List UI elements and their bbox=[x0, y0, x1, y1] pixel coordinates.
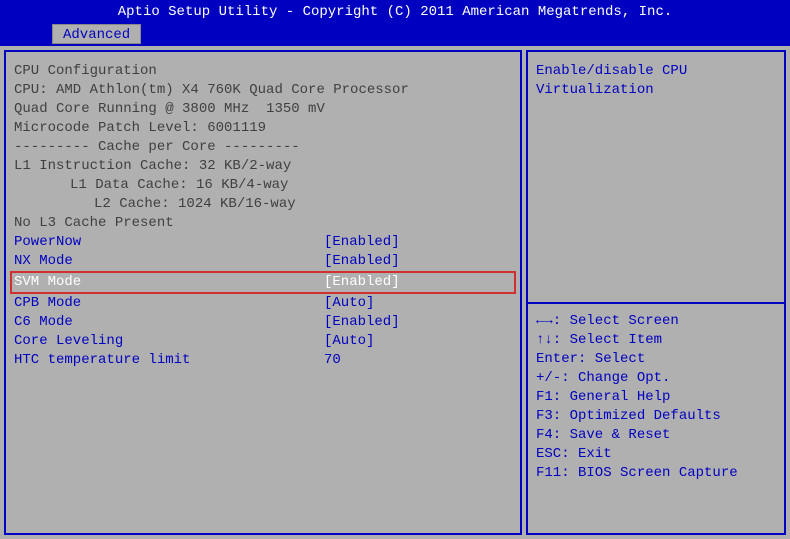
bios-screen: Aptio Setup Utility - Copyright (C) 2011… bbox=[0, 0, 790, 539]
setting-value: [Auto] bbox=[324, 332, 374, 351]
setting-label: C6 Mode bbox=[14, 313, 324, 332]
setting-label: PowerNow bbox=[14, 233, 324, 252]
help-key-change: +/-: Change Opt. bbox=[536, 369, 776, 388]
help-key-f11: F11: BIOS Screen Capture bbox=[536, 464, 776, 483]
help-key-select-item: ↑↓: Select Item bbox=[536, 331, 776, 350]
microcode: Microcode Patch Level: 6001119 bbox=[14, 119, 512, 138]
help-key-f4: F4: Save & Reset bbox=[536, 426, 776, 445]
setting-label: SVM Mode bbox=[14, 273, 324, 292]
setting-label: NX Mode bbox=[14, 252, 324, 271]
bottom-pad bbox=[536, 483, 776, 523]
setting-svm-mode[interactable]: SVM Mode [Enabled] bbox=[10, 271, 516, 294]
setting-htc-temp[interactable]: HTC temperature limit 70 bbox=[14, 351, 512, 370]
spacer bbox=[536, 100, 776, 294]
no-l3: No L3 Cache Present bbox=[14, 214, 512, 233]
setting-value: [Enabled] bbox=[324, 313, 400, 332]
help-description: Enable/disable CPU Virtualization bbox=[536, 62, 776, 100]
setting-value: 70 bbox=[324, 351, 341, 370]
setting-value: [Auto] bbox=[324, 294, 374, 313]
help-desc-line: Enable/disable CPU bbox=[536, 62, 776, 81]
setting-powernow[interactable]: PowerNow [Enabled] bbox=[14, 233, 512, 252]
setting-c6-mode[interactable]: C6 Mode [Enabled] bbox=[14, 313, 512, 332]
help-divider bbox=[528, 302, 784, 304]
setting-value: [Enabled] bbox=[324, 273, 400, 292]
cache-header: --------- Cache per Core --------- bbox=[14, 138, 512, 157]
help-key-select-screen: ←→: Select Screen bbox=[536, 312, 776, 331]
help-key-f3: F3: Optimized Defaults bbox=[536, 407, 776, 426]
l1d-cache: L1 Data Cache: 16 KB/4-way bbox=[14, 176, 512, 195]
section-heading: CPU Configuration bbox=[14, 62, 512, 81]
setting-core-leveling[interactable]: Core Leveling [Auto] bbox=[14, 332, 512, 351]
setting-nx-mode[interactable]: NX Mode [Enabled] bbox=[14, 252, 512, 271]
help-key-f1: F1: General Help bbox=[536, 388, 776, 407]
setting-cpb-mode[interactable]: CPB Mode [Auto] bbox=[14, 294, 512, 313]
setting-value: [Enabled] bbox=[324, 252, 400, 271]
setting-label: CPB Mode bbox=[14, 294, 324, 313]
help-keys: ←→: Select Screen ↑↓: Select Item Enter:… bbox=[536, 312, 776, 483]
tab-advanced[interactable]: Advanced bbox=[52, 24, 141, 44]
main-area: CPU Configuration CPU: AMD Athlon(tm) X4… bbox=[0, 46, 790, 539]
cpu-speed: Quad Core Running @ 3800 MHz 1350 mV bbox=[14, 100, 512, 119]
l2-cache: L2 Cache: 1024 KB/16-way bbox=[14, 195, 512, 214]
cpu-info: CPU: AMD Athlon(tm) X4 760K Quad Core Pr… bbox=[14, 81, 512, 100]
help-key-esc: ESC: Exit bbox=[536, 445, 776, 464]
left-panel: CPU Configuration CPU: AMD Athlon(tm) X4… bbox=[4, 50, 522, 535]
setting-label: Core Leveling bbox=[14, 332, 324, 351]
help-panel: Enable/disable CPU Virtualization ←→: Se… bbox=[526, 50, 786, 535]
tab-row: Advanced bbox=[0, 24, 790, 46]
l1i-cache: L1 Instruction Cache: 32 KB/2-way bbox=[14, 157, 512, 176]
help-key-enter: Enter: Select bbox=[536, 350, 776, 369]
title-bar: Aptio Setup Utility - Copyright (C) 2011… bbox=[0, 0, 790, 24]
setting-value: [Enabled] bbox=[324, 233, 400, 252]
help-desc-line: Virtualization bbox=[536, 81, 776, 100]
setting-label: HTC temperature limit bbox=[14, 351, 324, 370]
